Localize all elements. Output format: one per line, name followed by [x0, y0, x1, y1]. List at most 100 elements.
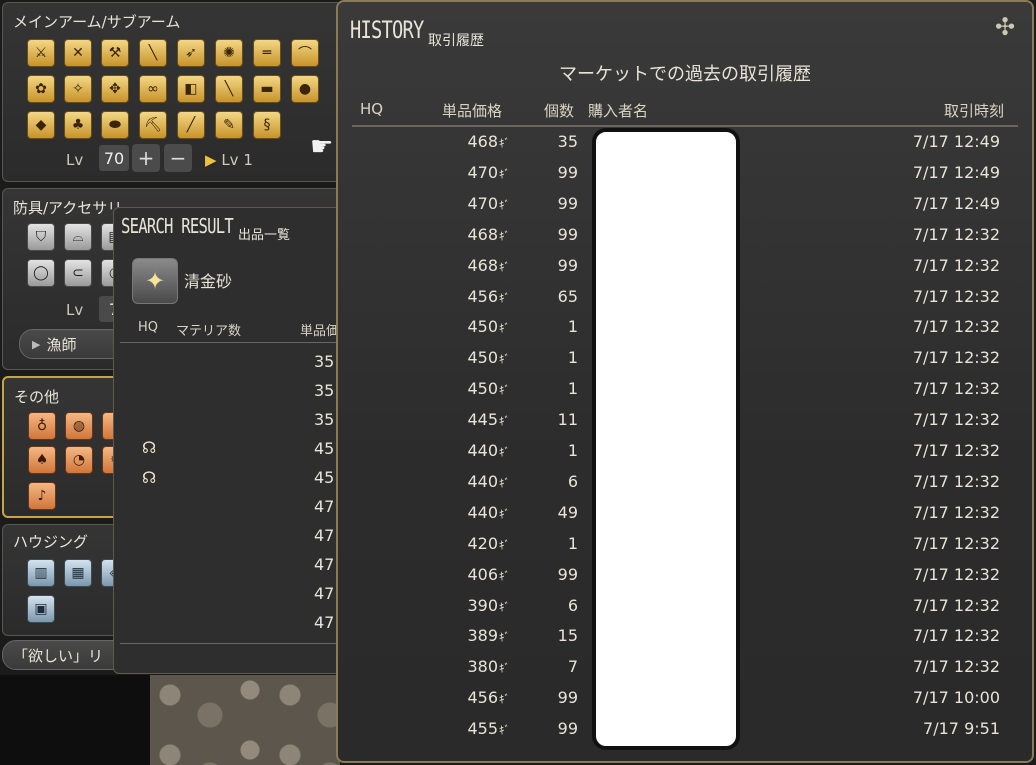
dark-knight-icon[interactable]: ═ [253, 39, 281, 67]
goldsmith-icon[interactable]: ● [291, 75, 319, 103]
row-time: 7/17 12:32 [912, 657, 1000, 677]
fisher-icon[interactable]: § [253, 111, 281, 139]
history-window: HISTORY 取引履歴 ✣ マーケットでの過去の取引履歴 HQ 単品価格 個数… [336, 0, 1034, 763]
thaumaturge-icon[interactable]: ✧ [64, 75, 92, 103]
row-qty: 1 [567, 441, 578, 460]
row-price-value: 390 [467, 595, 498, 615]
row-price-value: 470 [467, 193, 498, 213]
armorer-icon[interactable]: ▬ [253, 75, 281, 103]
lv-input[interactable]: 70 [99, 145, 129, 171]
astrologian-icon[interactable]: ∞ [139, 75, 167, 103]
list-item[interactable]: 47 [314, 584, 338, 603]
dye-icon[interactable]: ◔ [65, 446, 93, 474]
row-time: 7/17 12:32 [912, 410, 1000, 430]
wishlist-label: 「欲しい」リ [13, 646, 104, 665]
music-icon[interactable]: ♪ [28, 482, 56, 510]
search-result-subtitle: 出品一覧 [238, 228, 291, 243]
col-buyer: 購入者名 [588, 102, 649, 120]
row-price-value: 440 [467, 471, 498, 491]
weaver-icon[interactable]: ♣ [64, 111, 92, 139]
list-item[interactable]: 45 [314, 468, 338, 487]
potion-icon[interactable]: ♁ [28, 412, 56, 440]
arcanist-icon[interactable]: ✥ [101, 75, 129, 103]
col-qty: 個数 [544, 102, 575, 120]
gil-icon: ｷﾞ [499, 415, 510, 429]
lv-minus-button[interactable]: − [164, 144, 192, 172]
row-time: 7/17 12:32 [912, 595, 1000, 615]
list-item[interactable]: 47 [314, 613, 338, 632]
row-qty: 99 [557, 224, 578, 244]
gil-icon: ｷﾞ [499, 167, 510, 181]
gil-icon: ｷﾞ [499, 476, 510, 490]
crystal-icon[interactable]: ♠ [28, 446, 56, 474]
row-qty: 15 [557, 626, 578, 646]
painting-icon[interactable]: ▣ [27, 595, 55, 623]
row-price: 389ｷﾞ [400, 626, 510, 645]
list-item[interactable]: 47 [314, 497, 338, 516]
gil-icon: ｷﾞ [499, 693, 510, 707]
blacksmith-icon[interactable]: ╲ [215, 75, 243, 103]
list-item[interactable]: 47 [314, 555, 338, 574]
row-qty: 35 [557, 132, 578, 151]
row-price-value: 420 [467, 533, 498, 553]
rogue-icon[interactable]: ✺ [215, 39, 243, 67]
furniture-icon[interactable]: ▥ [27, 559, 55, 587]
leatherworker-icon[interactable]: ◆ [27, 111, 55, 139]
gil-icon: ｷﾞ [499, 198, 510, 212]
list-item[interactable]: 45 [314, 439, 338, 458]
pugilist-icon[interactable]: ✕ [64, 39, 92, 67]
row-time: 7/17 12:49 [912, 162, 1000, 182]
row-price-value: 440 [467, 441, 498, 460]
marauder-icon[interactable]: ⚒ [101, 39, 129, 67]
food-icon[interactable]: ◍ [65, 412, 93, 440]
row-time: 7/17 12:32 [912, 379, 1000, 399]
gil-icon: ｷﾞ [499, 538, 510, 552]
carpenter-icon[interactable]: ◧ [177, 75, 205, 103]
conjurer-icon[interactable]: ✿ [27, 75, 55, 103]
buyer-redaction [592, 128, 740, 750]
pointer-hand-icon: ☚ [310, 132, 334, 162]
list-item[interactable]: 47 [314, 526, 338, 545]
row-qty: 7 [567, 657, 578, 677]
gil-icon: ｷﾞ [499, 322, 510, 336]
head-icon[interactable]: ⌓ [64, 223, 92, 251]
row-price: 450ｷﾞ [400, 348, 510, 367]
gladiator-icon[interactable]: ⚔ [27, 39, 55, 67]
row-price: 450ｷﾞ [400, 379, 510, 398]
row-time: 7/17 12:32 [912, 348, 1000, 368]
row-price-value: 389 [467, 626, 498, 646]
col-price: 単品価格 [442, 102, 503, 120]
list-item[interactable]: 35 [314, 410, 338, 429]
row-time: 7/17 12:32 [912, 533, 1000, 553]
botanist-icon[interactable]: ✎ [215, 111, 243, 139]
row-price: 456ｷﾞ [400, 688, 510, 707]
shield-icon[interactable]: ⛉ [27, 223, 55, 251]
archer-icon[interactable]: ➶ [177, 39, 205, 67]
sr-header-line [120, 342, 344, 343]
machinist-icon[interactable]: ⌒ [291, 39, 319, 67]
gil-icon: ｷﾞ [499, 600, 510, 614]
row-price: 390ｷﾞ [400, 596, 510, 615]
close-icon[interactable]: ✣ [990, 12, 1020, 42]
row-time: 7/17 12:32 [912, 626, 1000, 646]
item-icon[interactable]: ✦ [132, 258, 178, 304]
miner-icon[interactable]: ╱ [177, 111, 205, 139]
lancer-icon[interactable]: ╲ [139, 39, 167, 67]
list-item[interactable]: 35 [314, 381, 338, 400]
necklace-icon[interactable]: ⊂ [64, 259, 92, 287]
row-price-value: 468 [467, 132, 498, 151]
row-price: 380ｷﾞ [400, 657, 510, 676]
row-price-value: 406 [467, 564, 498, 584]
alchemist-icon[interactable]: ⬬ [101, 111, 129, 139]
ring-icon[interactable]: ◯ [27, 259, 55, 287]
list-item[interactable]: 35 [314, 352, 338, 371]
lv-plus-button[interactable]: + [132, 144, 160, 172]
row-price-value: 380 [467, 657, 498, 677]
background-dark [0, 675, 150, 765]
row-price-value: 468 [467, 224, 498, 244]
table-icon[interactable]: ▦ [64, 559, 92, 587]
row-price: 456ｷﾞ [400, 287, 510, 306]
history-inner: HISTORY 取引履歴 ✣ マーケットでの過去の取引履歴 HQ 単品価格 個数… [344, 6, 1026, 757]
culinarian-icon[interactable]: ⛏ [139, 111, 167, 139]
row-price: 455ｷﾞ [400, 719, 510, 738]
